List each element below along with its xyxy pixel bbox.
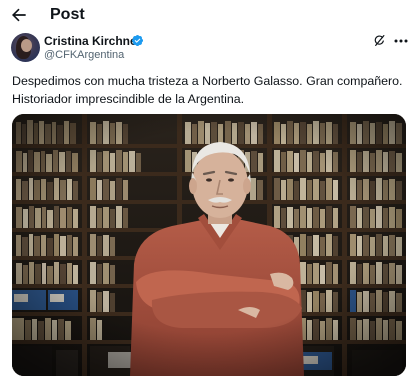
post-header: Post [0,0,420,30]
arrow-left-icon [12,8,26,22]
avatar[interactable] [11,33,40,62]
tweet-text-line: Historiador imprescindible de la Argenti… [12,92,245,106]
back-button[interactable] [9,5,29,25]
author-handle[interactable]: @CFKArgentina [44,49,124,62]
grok-icon[interactable] [373,34,386,47]
tweet-photo[interactable] [12,114,406,376]
more-horizontal-icon[interactable] [394,37,408,45]
tweet-text-line: Despedimos con mucha tristeza a Norberto… [12,74,403,88]
page-title: Post [50,6,85,23]
photo-image [12,114,406,376]
tweet-text: Despedimos con mucha tristeza a Norberto… [12,72,412,108]
verified-badge-icon [131,34,144,47]
author-display-name[interactable]: Cristina Kirchner [44,34,141,48]
